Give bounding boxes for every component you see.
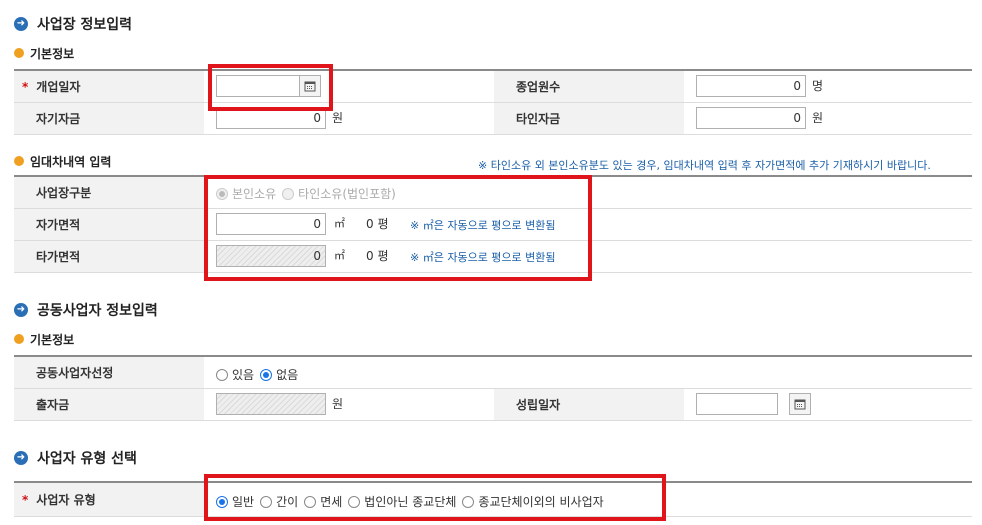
biz-type-label: * 사업자 유형 <box>14 483 204 516</box>
other-area-label: 타가면적 <box>14 241 204 272</box>
calendar-icon[interactable] <box>789 393 811 415</box>
label-text: 타인자금 <box>516 112 561 126</box>
site-type-label: 사업장구분 <box>14 177 204 208</box>
subsection-title-lease: 임대차내역 입력 <box>14 153 111 169</box>
other-capital-input[interactable]: 0 <box>696 107 806 129</box>
label-text: 사업자 유형 <box>36 493 96 507</box>
radio-yes[interactable]: 있음 <box>216 366 254 383</box>
partner-radio-group: 있음 없음 <box>216 366 304 383</box>
radio-button[interactable] <box>216 368 228 381</box>
label-text: 출자금 <box>36 398 70 412</box>
required-mark: * <box>22 79 29 94</box>
bullet-icon <box>14 48 24 58</box>
own-area-label: 자가면적 <box>14 209 204 240</box>
subsection-title-text: 임대차내역 입력 <box>30 154 112 169</box>
partner-table: 공동사업자선정 있음 없음 출자금 원 성립일자 <box>14 355 972 421</box>
required-mark: * <box>22 492 29 507</box>
radio-no[interactable]: 없음 <box>260 366 298 383</box>
unit-label: 원 <box>332 397 344 411</box>
arrow-right-icon: ➜ <box>14 17 28 31</box>
section-title-text: 사업장 정보입력 <box>37 17 133 33</box>
unit-label: 원 <box>812 111 824 125</box>
unit-label: 원 <box>332 111 344 125</box>
investment-label: 출자금 <box>14 389 204 420</box>
open-date-label: * 개업일자 <box>14 71 204 102</box>
highlight-box-lease <box>204 175 592 281</box>
table-row: 공동사업자선정 있음 없음 <box>14 357 972 389</box>
label-text: 타가면적 <box>36 250 81 264</box>
section-title-text: 사업자 유형 선택 <box>37 451 137 467</box>
label-text: 자가면적 <box>36 218 81 232</box>
table-row: * 개업일자 종업원수 0 명 <box>14 71 972 103</box>
other-capital-label: 타인자금 <box>494 103 684 134</box>
arrow-right-icon: ➜ <box>14 451 28 465</box>
label-text: 종업원수 <box>516 80 561 94</box>
subsection-title-text: 기본정보 <box>30 46 75 61</box>
label-text: 개업일자 <box>36 80 81 94</box>
radio-button[interactable] <box>260 368 273 381</box>
employees-input[interactable]: 0 <box>696 75 806 97</box>
partner-select-label: 공동사업자선정 <box>14 357 204 388</box>
established-label: 성립일자 <box>494 389 684 420</box>
label-text: 사업장구분 <box>36 186 92 200</box>
investment-input[interactable] <box>216 393 326 415</box>
highlight-box-open-date <box>208 64 333 111</box>
business-info-table: * 개업일자 종업원수 0 명 자기자금 0 원 타인자금 0 원 <box>14 69 972 135</box>
employees-label: 종업원수 <box>494 71 684 102</box>
section-title-business: ➜ 사업장 정보입력 <box>14 14 132 34</box>
own-capital-label: 자기자금 <box>14 103 204 134</box>
section-title-partner: ➜ 공동사업자 정보입력 <box>14 300 158 320</box>
highlight-box-biz-type <box>204 474 666 521</box>
label-text: 공동사업자선정 <box>36 366 114 380</box>
radio-label: 있음 <box>232 368 255 382</box>
subsection-title-text: 기본정보 <box>30 332 75 347</box>
bullet-icon <box>14 156 24 166</box>
section-title-text: 공동사업자 정보입력 <box>37 303 158 319</box>
arrow-right-icon: ➜ <box>14 303 28 317</box>
table-row: 자기자금 0 원 타인자금 0 원 <box>14 103 972 135</box>
subsection-title-basic: 기본정보 <box>14 45 74 61</box>
section-title-biz-type: ➜ 사업자 유형 선택 <box>14 448 137 468</box>
established-date-input[interactable] <box>696 393 778 415</box>
radio-label: 없음 <box>276 368 299 382</box>
label-text: 성립일자 <box>516 398 561 412</box>
label-text: 자기자금 <box>36 112 81 126</box>
lease-note: ※ 타인소유 외 본인소유분도 있는 경우, 임대차내역 입력 후 자가면적에 … <box>478 159 931 172</box>
unit-label: 명 <box>812 79 824 93</box>
subsection-title-partner-basic: 기본정보 <box>14 331 74 347</box>
table-row: 출자금 원 성립일자 <box>14 389 972 421</box>
bullet-icon <box>14 334 24 344</box>
